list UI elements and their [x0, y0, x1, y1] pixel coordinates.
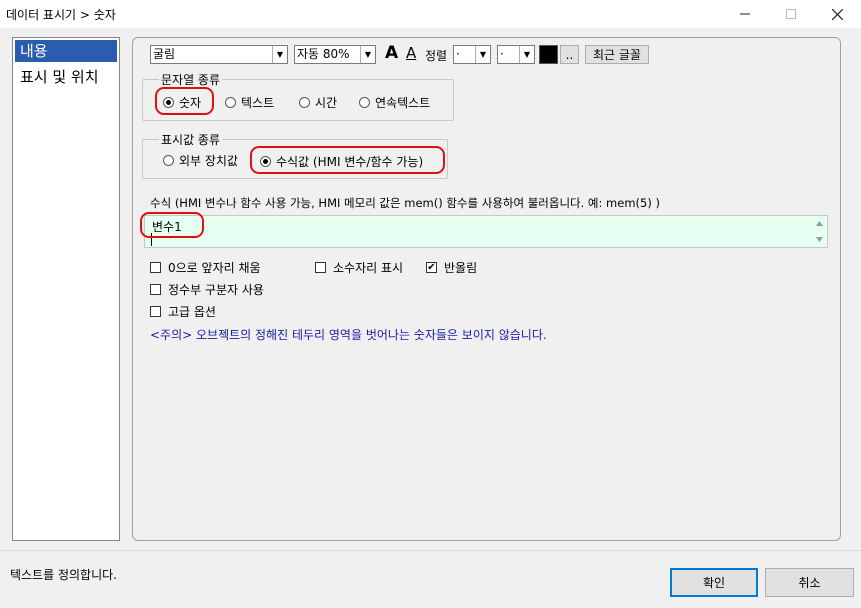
title-bar: 데이터 표시기 > 숫자 — [0, 0, 861, 28]
font-name-value: 굴림 — [153, 47, 176, 61]
radio-number[interactable]: 숫자 — [163, 94, 201, 111]
highlight-annotation — [140, 212, 204, 238]
font-size-value: 자동 80% — [297, 47, 350, 61]
separator — [0, 550, 861, 551]
radio-dot — [163, 155, 174, 166]
color-more-button[interactable]: .. — [560, 45, 579, 64]
sidebar: 내용 표시 및 위치 — [12, 37, 120, 541]
radio-formula-value[interactable]: 수식값 (HMI 변수/함수 가능) — [260, 153, 423, 170]
radio-text-label: 텍스트 — [241, 96, 275, 110]
cancel-button[interactable]: 취소 — [765, 568, 854, 597]
scroll-arrows-icon — [816, 221, 823, 242]
sidebar-item-content[interactable]: 내용 — [15, 40, 117, 62]
maximize-button[interactable] — [768, 0, 814, 28]
radio-dot — [299, 97, 310, 108]
font-grow-button[interactable]: A — [385, 43, 398, 63]
minimize-button[interactable] — [722, 0, 768, 28]
radio-continuous-text[interactable]: 연속텍스트 — [359, 94, 430, 111]
chevron-down-icon: ▼ — [272, 46, 287, 63]
value-type-legend: 표시값 종류 — [159, 131, 223, 148]
ok-button[interactable]: 확인 — [670, 568, 758, 597]
chevron-down-icon: ▼ — [475, 46, 490, 63]
radio-external-device[interactable]: 외부 장치값 — [163, 152, 238, 169]
formula-scrollbar[interactable] — [812, 216, 827, 247]
chevron-down-icon: ▼ — [519, 46, 534, 63]
font-size-select[interactable]: 자동 80% ▼ — [294, 45, 376, 64]
align-horizontal-select[interactable]: · ▼ — [453, 45, 491, 64]
checkbox-box — [150, 284, 161, 295]
checkbox-advanced[interactable]: 고급 옵션 — [150, 303, 216, 320]
status-text: 텍스트를 정의합니다. — [10, 568, 117, 582]
radio-number-label: 숫자 — [179, 96, 202, 110]
checkbox-round-label: 반올림 — [444, 261, 478, 275]
align-label: 정렬 — [425, 49, 448, 63]
checkbox-int-separator-label: 정수부 구분자 사용 — [168, 283, 264, 297]
checkbox-box — [315, 262, 326, 273]
checkbox-advanced-label: 고급 옵션 — [168, 305, 216, 319]
font-shrink-button[interactable]: A — [406, 44, 416, 62]
radio-continuous-text-label: 연속텍스트 — [375, 96, 431, 110]
recent-font-button[interactable]: 최근 글꼴 — [585, 45, 649, 64]
radio-time[interactable]: 시간 — [299, 94, 337, 111]
close-icon — [831, 8, 843, 20]
font-name-select[interactable]: 굴림 ▼ — [150, 45, 288, 64]
formula-label: 수식 (HMI 변수나 함수 사용 가능, HMI 메모리 값은 mem() 함… — [150, 196, 660, 210]
checkbox-zero-fill-label: 0으로 앞자리 채움 — [168, 261, 261, 275]
align-vertical-value: · — [500, 47, 504, 61]
checkbox-decimal-show-label: 소수자리 표시 — [333, 261, 404, 275]
checkbox-zero-fill[interactable]: 0으로 앞자리 채움 — [150, 259, 261, 276]
formula-input[interactable]: 변수1 — [144, 215, 828, 248]
minimize-icon — [740, 13, 750, 15]
checkbox-box: ✔ — [426, 261, 437, 273]
radio-dot — [225, 97, 236, 108]
checkbox-box — [150, 306, 161, 317]
align-vertical-select[interactable]: · ▼ — [497, 45, 535, 64]
sidebar-item-display-position[interactable]: 표시 및 위치 — [15, 66, 117, 88]
window-title: 데이터 표시기 > 숫자 — [6, 8, 116, 22]
radio-time-label: 시간 — [315, 96, 338, 110]
radio-dot — [359, 97, 370, 108]
radio-text[interactable]: 텍스트 — [225, 94, 274, 111]
radio-formula-value-label: 수식값 (HMI 변수/함수 가능) — [276, 155, 424, 169]
warning-note: <주의> 오브젝트의 정해진 테두리 영역을 벗어나는 숫자들은 보이지 않습니… — [150, 328, 547, 342]
radio-dot — [163, 97, 174, 108]
align-horizontal-value: · — [456, 47, 460, 61]
maximize-icon — [786, 9, 796, 19]
checkbox-int-separator[interactable]: 정수부 구분자 사용 — [150, 281, 264, 298]
chevron-down-icon: ▼ — [360, 46, 375, 63]
checkbox-decimal-show[interactable]: 소수자리 표시 — [315, 259, 403, 276]
checkbox-box — [150, 262, 161, 273]
checkbox-round[interactable]: ✔ 반올림 — [426, 259, 477, 276]
close-button[interactable] — [814, 0, 860, 28]
text-color-swatch[interactable] — [539, 45, 558, 64]
string-type-legend: 문자열 종류 — [159, 71, 223, 88]
radio-dot — [260, 156, 271, 167]
radio-external-device-label: 외부 장치값 — [179, 154, 239, 168]
